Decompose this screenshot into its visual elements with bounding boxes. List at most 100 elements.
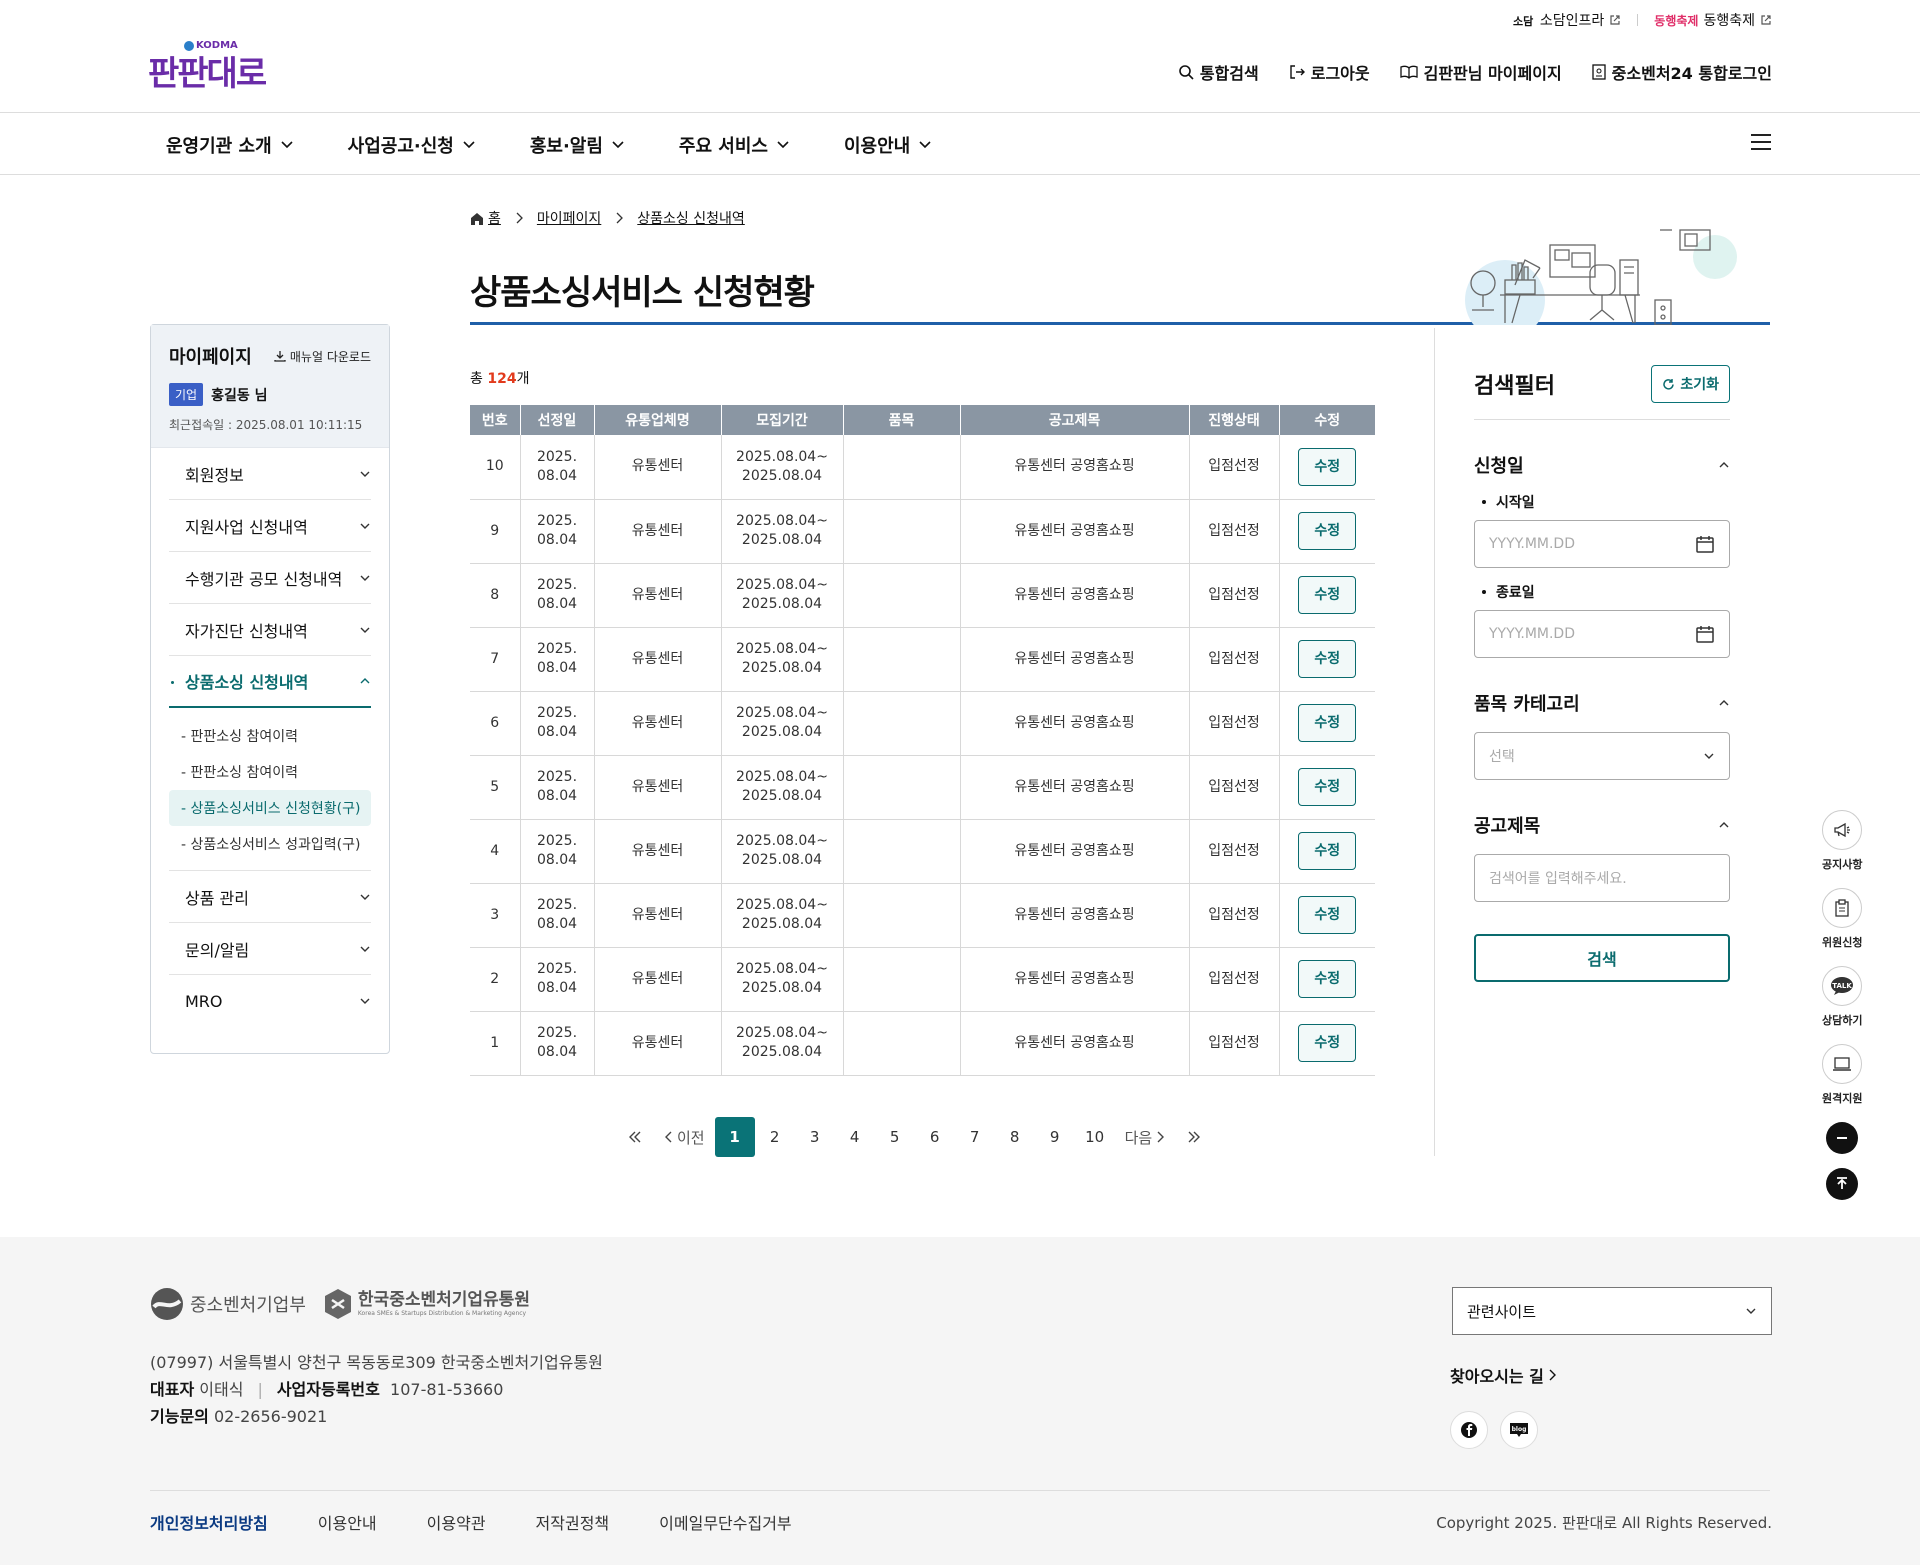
cell-date: 2025. 08.04 <box>519 819 594 884</box>
calendar-icon[interactable] <box>1695 534 1715 554</box>
page-4[interactable]: 4 <box>835 1117 875 1157</box>
gnb-about[interactable]: 운영기관 소개 <box>166 132 294 158</box>
quick-notice[interactable]: 공지사항 <box>1822 810 1862 872</box>
last-page-icon[interactable] <box>1174 1117 1214 1157</box>
sidebar-item-mro[interactable]: MRO <box>169 975 371 1027</box>
edit-button[interactable]: 수정 <box>1298 1024 1357 1062</box>
sidebar-item-agency-history[interactable]: 수행기관 공모 신청내역 <box>169 552 371 604</box>
sidebar-item-member-info[interactable]: 회원정보 <box>169 448 371 500</box>
email-refusal-link[interactable]: 이메일무단수집거부 <box>659 1510 791 1534</box>
breadcrumb-current[interactable]: 상품소싱 신청내역 <box>637 208 745 228</box>
terms-link[interactable]: 이용약관 <box>427 1510 486 1534</box>
logout-icon <box>1289 64 1305 80</box>
cell-status: 입점선정 <box>1188 755 1279 820</box>
page-9[interactable]: 9 <box>1035 1117 1075 1157</box>
sidebar-item-products[interactable]: 상품 관리 <box>169 871 371 923</box>
edit-button[interactable]: 수정 <box>1298 512 1357 550</box>
page-5[interactable]: 5 <box>875 1117 915 1157</box>
site-logo[interactable]: 판판대로 KODMA <box>148 40 267 95</box>
cell-company: 유통센터 <box>593 627 721 692</box>
edit-button[interactable]: 수정 <box>1298 768 1357 806</box>
sidebar-item-support-history[interactable]: 지원사업 신청내역 <box>169 500 371 552</box>
submenu-item-status-old[interactable]: - 상품소싱서비스 신청현황(구) <box>169 790 371 826</box>
table-row: 4 2025. 08.04 유통센터 2025.08.04~ 2025.08.04 유통센터… <box>470 819 1375 884</box>
festival-link[interactable]: 동행축제 동행축제 <box>1654 10 1772 30</box>
minimize-icon[interactable] <box>1826 1122 1859 1154</box>
breadcrumb-mypage[interactable]: 마이페이지 <box>537 208 601 228</box>
sidebar-item-inquiry[interactable]: 문의/알림 <box>169 923 371 975</box>
last-login: 최근접속일 : 2025.08.01 10:11:15 <box>169 418 363 432</box>
cell-date: 2025. 08.04 <box>519 947 594 1012</box>
logout-link[interactable]: 로그아웃 <box>1289 60 1370 84</box>
cell-date: 2025. 08.04 <box>519 883 594 948</box>
privacy-policy-link[interactable]: 개인정보처리방침 <box>150 1510 268 1534</box>
sidebar-profile: 마이페이지 매뉴얼 다운로드 기업 홍길동 님 최근접속일 : 2025.08.… <box>151 325 389 448</box>
edit-button[interactable]: 수정 <box>1298 704 1357 742</box>
calendar-icon[interactable] <box>1695 624 1715 644</box>
gnb-business[interactable]: 사업공고·신청 <box>348 132 476 158</box>
category-select[interactable]: 선택 <box>1474 732 1730 780</box>
sidebar-item-sourcing[interactable]: 상품소싱 신청내역 <box>169 656 371 708</box>
submenu-item-participation[interactable]: - 판판소싱 참여이력 <box>169 718 371 754</box>
chevron-down-icon <box>359 997 371 1005</box>
cell-title: 유통센터 공영홈쇼핑 <box>959 499 1189 564</box>
manual-download-link[interactable]: 매뉴얼 다운로드 <box>274 348 371 365</box>
menu-icon[interactable] <box>1750 133 1772 151</box>
sv24-login-link[interactable]: 중소벤처24 통합로그인 <box>1592 60 1772 84</box>
edit-button[interactable]: 수정 <box>1298 447 1357 486</box>
cell-period: 2025.08.04~ 2025.08.04 <box>720 755 843 820</box>
scroll-top-icon[interactable] <box>1826 1168 1859 1200</box>
quick-committee[interactable]: 위원신청 <box>1822 888 1862 950</box>
page-6[interactable]: 6 <box>915 1117 955 1157</box>
cell-item <box>842 435 960 500</box>
first-page-icon[interactable] <box>615 1117 655 1157</box>
page-7[interactable]: 7 <box>955 1117 995 1157</box>
submenu-item-result-old[interactable]: - 상품소싱서비스 성과입력(구) <box>169 826 371 862</box>
end-date-input[interactable]: YYYY.MM.DD <box>1474 610 1730 658</box>
gnb-pr[interactable]: 홍보·알림 <box>530 132 625 158</box>
page-2[interactable]: 2 <box>755 1117 795 1157</box>
edit-button[interactable]: 수정 <box>1298 960 1357 998</box>
sidebar-title: 마이페이지 <box>169 347 252 368</box>
keyword-input[interactable]: 검색어를 입력해주세요. <box>1474 854 1730 902</box>
category-section-toggle[interactable]: 품목 카테고리 <box>1474 690 1730 716</box>
gnb-guide[interactable]: 이용안내 <box>844 132 932 158</box>
quick-consult[interactable]: TALK 상담하기 <box>1822 966 1862 1028</box>
edit-button[interactable]: 수정 <box>1298 832 1357 870</box>
chevron-left-icon <box>665 1131 673 1143</box>
chevron-down-icon <box>359 893 371 901</box>
integrated-search-link[interactable]: 통합검색 <box>1178 60 1259 84</box>
search-button[interactable]: 검색 <box>1474 934 1730 982</box>
reset-button[interactable]: 초기화 <box>1651 365 1730 403</box>
page-1[interactable]: 1 <box>714 1117 755 1157</box>
title-section-toggle[interactable]: 공고제목 <box>1474 812 1730 838</box>
user-name: 홍길동 님 <box>211 387 268 404</box>
page-10[interactable]: 10 <box>1075 1117 1115 1157</box>
edit-button[interactable]: 수정 <box>1298 576 1357 614</box>
prev-page-button[interactable]: 이전 <box>655 1127 715 1148</box>
directions-link[interactable]: 찾아오시는 길 <box>1450 1363 1556 1387</box>
next-page-button[interactable]: 다음 <box>1115 1127 1175 1148</box>
cell-item <box>842 563 960 628</box>
cell-date: 2025. 08.04 <box>519 563 594 628</box>
usage-guide-link[interactable]: 이용안내 <box>318 1510 377 1534</box>
page-3[interactable]: 3 <box>795 1117 835 1157</box>
edit-button[interactable]: 수정 <box>1298 896 1357 934</box>
edit-button[interactable]: 수정 <box>1298 640 1357 678</box>
copyright-policy-link[interactable]: 저작권정책 <box>536 1510 610 1534</box>
blog-icon[interactable]: blog <box>1500 1411 1538 1449</box>
sidebar-item-self-diagnosis[interactable]: 자가진단 신청내역 <box>169 604 371 656</box>
date-section-toggle[interactable]: 신청일 <box>1474 452 1730 478</box>
sodam-link[interactable]: 소담 소담인프라 <box>1513 10 1621 30</box>
submenu-item-participation-2[interactable]: - 판판소싱 참여이력 <box>169 754 371 790</box>
start-date-input[interactable]: YYYY.MM.DD <box>1474 520 1730 568</box>
page-8[interactable]: 8 <box>995 1117 1035 1157</box>
cell-edit: 수정 <box>1278 563 1375 628</box>
breadcrumb-home[interactable]: 홈 <box>470 208 501 228</box>
gnb-services[interactable]: 주요 서비스 <box>679 132 790 158</box>
megaphone-icon <box>1822 810 1863 850</box>
related-sites-select[interactable]: 관련사이트 <box>1452 1287 1772 1335</box>
quick-remote[interactable]: 원격지원 <box>1822 1044 1862 1106</box>
facebook-icon[interactable] <box>1450 1411 1488 1449</box>
mypage-link[interactable]: 김판판님 마이페이지 <box>1399 60 1562 84</box>
